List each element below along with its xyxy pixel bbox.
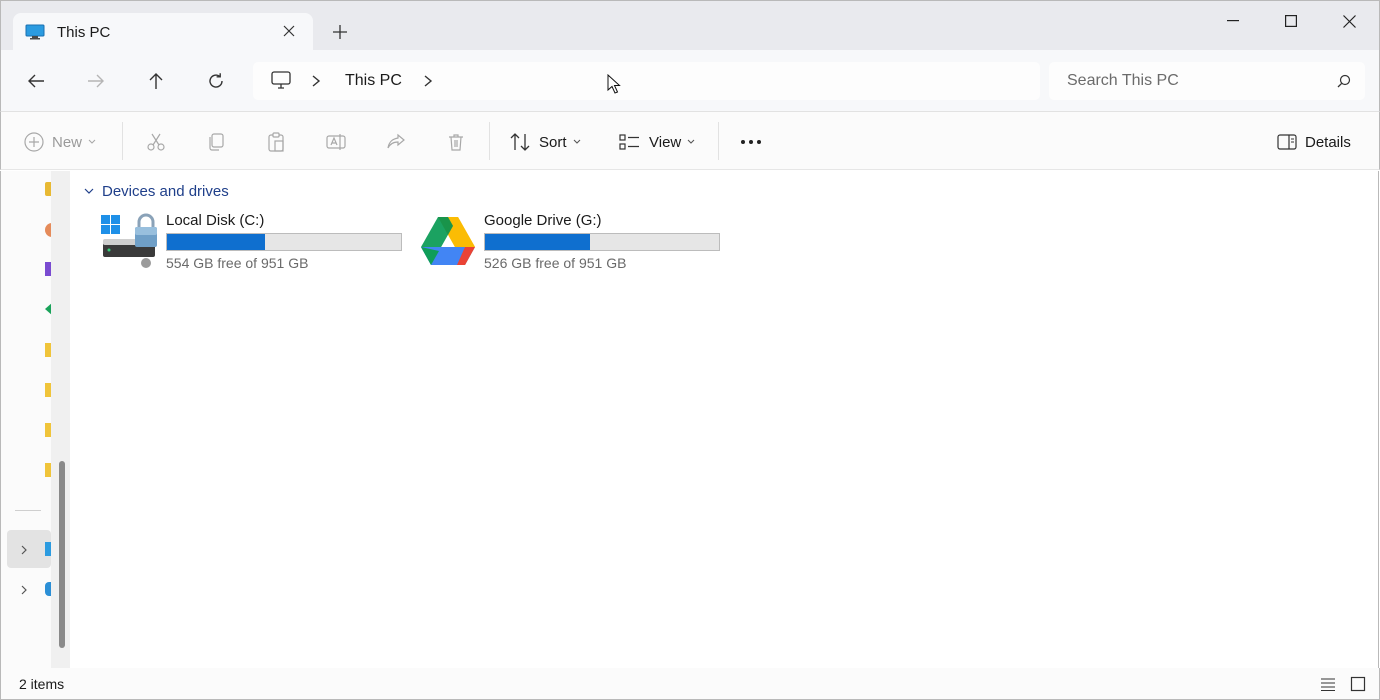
- details-label: Details: [1305, 133, 1351, 151]
- file-list: Devices and drives Local Disk (C:) 554 G…: [70, 171, 1379, 668]
- windows-drive-icon: [101, 213, 157, 268]
- cut-icon: [147, 133, 165, 151]
- close-icon: [1342, 14, 1356, 28]
- back-button[interactable]: [22, 67, 50, 95]
- drive-local-disk-c[interactable]: Local Disk (C:) 554 GB free of 951 GB: [101, 211, 403, 275]
- divider: [122, 122, 123, 160]
- refresh-button[interactable]: [202, 67, 230, 95]
- drive-name: Google Drive (G:): [484, 212, 602, 229]
- breadcrumb-this-pc[interactable]: This PC: [345, 72, 402, 90]
- navigation-bar: This PC: [0, 50, 1380, 112]
- tab-title: This PC: [57, 24, 111, 41]
- delete-button[interactable]: [446, 130, 466, 154]
- chevron-right-icon[interactable]: [18, 584, 30, 596]
- chevron-right-icon[interactable]: [311, 74, 321, 88]
- details-pane-icon: [1277, 134, 1297, 150]
- minimize-button[interactable]: [1210, 7, 1256, 35]
- maximize-button[interactable]: [1268, 7, 1314, 35]
- drive-free-space: 554 GB free of 951 GB: [166, 255, 309, 271]
- refresh-icon: [209, 73, 223, 88]
- close-icon: [283, 25, 295, 37]
- chevron-down-icon: [88, 139, 96, 144]
- chevron-down-icon: [573, 139, 580, 144]
- arrow-left-icon: [28, 74, 44, 88]
- copy-button[interactable]: [206, 130, 226, 154]
- new-button[interactable]: New: [24, 130, 96, 154]
- item-count: 2 items: [19, 676, 65, 692]
- drive-name: Local Disk (C:): [166, 212, 265, 229]
- title-bar: This PC: [0, 0, 1380, 52]
- new-label: New: [52, 133, 83, 151]
- google-drive-icon: [421, 217, 475, 265]
- paste-icon: [268, 132, 284, 152]
- details-button[interactable]: Details: [1277, 130, 1351, 154]
- search-input[interactable]: [1049, 62, 1329, 100]
- more-options-button[interactable]: [740, 130, 762, 154]
- paste-button[interactable]: [266, 130, 286, 154]
- details-view-icon[interactable]: [1320, 676, 1336, 692]
- chevron-right-icon[interactable]: [18, 544, 30, 556]
- sort-button[interactable]: Sort: [509, 130, 581, 154]
- drive-free-space: 526 GB free of 951 GB: [484, 255, 627, 271]
- tiles-view-icon[interactable]: [1350, 676, 1366, 692]
- share-button[interactable]: [386, 130, 406, 154]
- storage-fill: [167, 234, 265, 250]
- up-button[interactable]: [142, 67, 170, 95]
- delete-icon: [449, 134, 463, 151]
- monitor-icon: [25, 24, 45, 40]
- view-label: View: [649, 133, 682, 151]
- storage-fill: [485, 234, 590, 250]
- chevron-right-icon[interactable]: [423, 74, 433, 88]
- status-bar: 2 items: [0, 668, 1380, 700]
- maximize-icon: [1285, 15, 1297, 27]
- arrow-right-icon: [88, 74, 104, 88]
- add-circle-icon: [24, 132, 44, 152]
- sort-label: Sort: [539, 133, 567, 151]
- forward-button[interactable]: [82, 67, 110, 95]
- close-tab-button[interactable]: [279, 21, 299, 41]
- chevron-down-icon: [84, 188, 94, 194]
- search-icon[interactable]: [1337, 74, 1351, 88]
- storage-bar: [484, 233, 720, 251]
- share-icon: [387, 133, 405, 149]
- mouse-cursor-icon: [607, 74, 621, 94]
- view-button[interactable]: View: [619, 130, 695, 154]
- drive-google-drive-g[interactable]: Google Drive (G:) 526 GB free of 951 GB: [419, 211, 721, 275]
- cut-button[interactable]: [146, 130, 166, 154]
- copy-icon: [209, 133, 224, 151]
- rename-button[interactable]: [326, 130, 346, 154]
- group-title: Devices and drives: [102, 183, 229, 200]
- new-tab-button[interactable]: [329, 21, 351, 43]
- chevron-down-icon: [687, 139, 695, 144]
- plus-icon: [333, 25, 347, 39]
- scrollbar-thumb[interactable]: [59, 461, 65, 648]
- sort-icon: [510, 133, 530, 151]
- more-icon: [741, 140, 761, 144]
- close-window-button[interactable]: [1326, 7, 1372, 35]
- divider: [15, 510, 41, 511]
- divider: [718, 122, 719, 160]
- navigation-pane: [0, 171, 71, 668]
- minimize-icon: [1227, 20, 1239, 22]
- search-box[interactable]: [1049, 62, 1365, 100]
- view-list-icon: [619, 134, 639, 150]
- group-header-devices[interactable]: Devices and drives: [84, 183, 229, 200]
- divider: [489, 122, 490, 160]
- tab-this-pc[interactable]: This PC: [13, 13, 313, 52]
- storage-bar: [166, 233, 402, 251]
- arrow-up-icon: [149, 73, 163, 89]
- address-bar[interactable]: This PC: [253, 62, 1040, 100]
- rename-icon: [326, 134, 346, 150]
- computer-icon: [271, 71, 291, 89]
- command-bar: New Sort View Details: [0, 112, 1380, 170]
